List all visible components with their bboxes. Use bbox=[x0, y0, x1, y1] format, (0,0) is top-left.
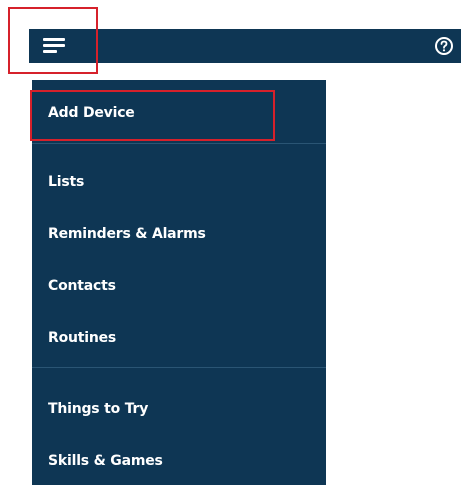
menu-divider bbox=[32, 143, 326, 144]
menu-item-routines[interactable]: Routines bbox=[48, 323, 116, 353]
menu-item-label: Contacts bbox=[48, 278, 116, 294]
hamburger-menu-icon[interactable] bbox=[43, 37, 65, 55]
help-question-icon[interactable] bbox=[434, 36, 454, 56]
menu-item-skills-games[interactable]: Skills & Games bbox=[48, 446, 163, 476]
menu-item-label: Lists bbox=[48, 174, 85, 190]
hamburger-line bbox=[43, 38, 65, 41]
menu-divider bbox=[32, 367, 326, 368]
menu-item-label: Add Device bbox=[48, 105, 135, 121]
top-nav-bar bbox=[29, 29, 461, 63]
menu-item-add-device[interactable]: Add Device bbox=[48, 98, 135, 128]
menu-item-label: Skills & Games bbox=[48, 453, 163, 469]
menu-item-label: Things to Try bbox=[48, 401, 149, 417]
menu-item-reminders-alarms[interactable]: Reminders & Alarms bbox=[48, 219, 206, 249]
side-menu-panel: Add Device Lists Reminders & Alarms Cont… bbox=[32, 80, 326, 485]
menu-item-things-to-try[interactable]: Things to Try bbox=[48, 394, 148, 424]
hamburger-line bbox=[43, 44, 65, 47]
menu-item-lists[interactable]: Lists bbox=[48, 167, 84, 197]
help-question-icon-svg bbox=[435, 37, 453, 55]
menu-item-label: Reminders & Alarms bbox=[48, 226, 206, 242]
menu-item-label: Routines bbox=[48, 330, 117, 346]
hamburger-line bbox=[43, 50, 57, 53]
menu-item-contacts[interactable]: Contacts bbox=[48, 271, 116, 301]
